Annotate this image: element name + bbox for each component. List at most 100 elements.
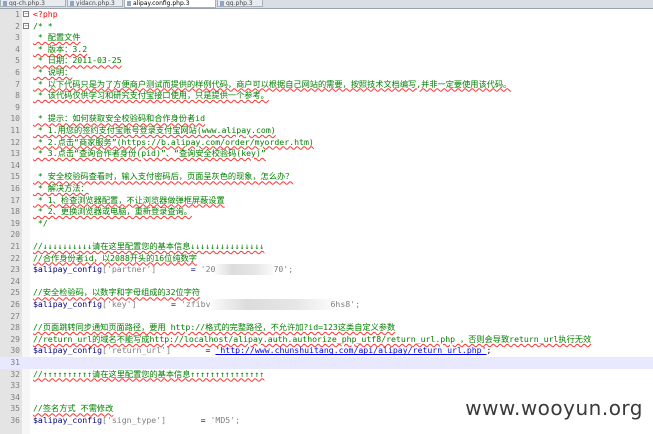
line-number: 36 [10, 416, 20, 425]
code-text: <?php [33, 9, 58, 21]
code-text: * 配置文件 [33, 32, 81, 44]
code-text: * 安全校验码查看时，输入支付密码后，页面呈灰色的现象，怎么办？ [33, 171, 294, 183]
array-key: ['key'] [102, 299, 137, 309]
comment-text: * 2、更换浏览器或电脑，重新登录查询。 [33, 206, 192, 217]
code-text: $alipay_config['sign_type'] = 'MD5'; [33, 415, 240, 427]
line-number: 10 [10, 114, 20, 124]
code-line[interactable]: 10 * 提示：如何获取安全校验码和合作身份者id [0, 113, 653, 125]
tab-yidacn[interactable]: yidacn.php.3 [67, 0, 123, 7]
line-number: 28 [10, 323, 20, 333]
array-key: ['partner'] [102, 264, 157, 275]
code-text: //合作身份者id，以2088开头的16位纯数字 [33, 253, 197, 265]
code-text: $alipay_config['partner'] = '20 70'; [33, 264, 293, 276]
code-line[interactable]: 13 * 3.点击“查询合作者身份(pid)”、“查询安全校验码(key)” [0, 148, 653, 160]
string-value: '20 [200, 264, 216, 275]
line-number: 20 [10, 230, 20, 240]
code-line[interactable]: 1− <?php [0, 9, 653, 21]
line-number: 1 [15, 10, 20, 19]
code-text: * 1.用您的签约支付宝账号登录支付宝网站(www.alipay.com) [33, 125, 276, 137]
string-value: 'MD5'; [210, 415, 241, 425]
code-line[interactable]: 20 [0, 229, 653, 241]
comment-text: * 1.用您的签约支付宝账号登录支付宝网站(www.alipay.com) [33, 125, 276, 135]
code-line[interactable]: 6 * 说明： [0, 67, 653, 79]
code-text: * 解决方法： [33, 183, 89, 195]
tab-qq[interactable]: qq.php.3 [217, 0, 263, 7]
code-line[interactable]: 14 [0, 160, 653, 172]
line-number: 12 [10, 137, 20, 147]
code-text: //页面跳转同步通知页面路径，要用 http://格式的完整路径，不允许加?id… [33, 322, 395, 334]
code-line[interactable]: 2−/* * [0, 21, 653, 33]
code-text: * 该代码仅供学习和研究支付宝接口使用，只是提供一个参考。 [33, 90, 269, 102]
line-number: 16 [10, 184, 20, 193]
string-value: 6hs8'; [330, 299, 361, 309]
line-number: 33 [10, 381, 20, 391]
statement-end: ; [486, 345, 492, 356]
code-line[interactable]: 27 [0, 311, 653, 323]
code-line[interactable]: 3 * 配置文件 [0, 32, 653, 44]
code-text: //↓↓↓↓↓↓↓↓↓↓请在这里配置您的基本信息↓↓↓↓↓↓↓↓↓↓↓↓↓↓↓ [33, 241, 264, 253]
code-line[interactable]: 29 //return_url的域名不能写成http://localhost/al… [0, 334, 653, 346]
php-file-icon [220, 1, 224, 6]
code-line[interactable]: 16 * 解决方法： [0, 183, 653, 195]
code-text: /* * [33, 21, 53, 33]
line-number: 34 [10, 392, 20, 402]
line-number: 13 [10, 149, 20, 159]
code-line[interactable]: 4 * 版本：3.2 [0, 44, 653, 56]
tab-label: qq-ch.php.3 [9, 0, 45, 7]
code-line[interactable]: 33 [0, 380, 653, 392]
tab-qq-ch[interactable]: qq-ch.php.3 [0, 0, 66, 7]
code-text: $alipay_config['key'] = 'zfibv 6hs8'; [33, 299, 360, 311]
comment-text: */ [33, 217, 48, 228]
variable-name: $alipay_config [33, 415, 103, 425]
code-text: //签名方式 不需修改 [33, 403, 113, 415]
line-number: 24 [10, 276, 20, 286]
tab-label: yidacn.php.3 [76, 0, 115, 7]
code-line[interactable]: 19 */ [0, 218, 653, 230]
code-line[interactable]: 21 //↓↓↓↓↓↓↓↓↓↓请在这里配置您的基本信息↓↓↓↓↓↓↓↓↓↓↓↓↓↓… [0, 241, 653, 253]
code-line[interactable]: 18 * 2、更换浏览器或电脑，重新登录查询。 [0, 206, 653, 218]
code-line[interactable]: 9 [0, 102, 653, 114]
code-line[interactable]: 5 * 日期：2011-03-25 [0, 55, 653, 67]
line-number: 5 [15, 56, 20, 66]
code-line[interactable]: 11 * 1.用您的签约支付宝账号登录支付宝网站(www.alipay.com) [0, 125, 653, 137]
code-line[interactable]: 12 * 2.点击“商家服务”(https://b.alipay.com/ord… [0, 137, 653, 149]
code-text: * 2.点击“商家服务”(https://b.alipay.com/order/… [33, 137, 314, 149]
code-line[interactable]: 25 //安全检验码，以数字和字母组成的32位字符 [0, 287, 653, 299]
comment-text: //return_url的域名不能写成http://localhost/alip… [33, 333, 592, 344]
comment-text: * 配置文件 [33, 32, 81, 43]
code-text: * 版本：3.2 [33, 44, 87, 56]
comment-text: * 2.点击“商家服务”(https://b.alipay.com/order/… [33, 136, 314, 147]
code-line[interactable]: 31 [0, 357, 653, 369]
tab-alipay-config[interactable]: alipay.config.php.3 [124, 0, 216, 8]
code-line[interactable]: 15 * 安全校验码查看时，输入支付密码后，页面呈灰色的现象，怎么办？ [0, 171, 653, 183]
line-number: 19 [10, 218, 20, 228]
code-line[interactable]: 24 [0, 276, 653, 288]
php-file-icon [127, 1, 131, 6]
fold-toggle-icon[interactable]: − [23, 11, 29, 17]
comment-text: * 提示：如何获取安全校验码和合作身份者id [33, 113, 206, 124]
code-line[interactable]: 17 * 1、检查浏览器配置，不让浏览器做弹框屏蔽设置 [0, 195, 653, 207]
code-line[interactable]: 8 * 该代码仅供学习和研究支付宝接口使用，只是提供一个参考。 [0, 90, 653, 102]
comment-text: * 安全校验码查看时，输入支付密码后，页面呈灰色的现象，怎么办？ [33, 171, 294, 182]
code-line[interactable]: 7 * 以下代码只是为了方便商户测试而提供的样例代码，商户可以根据自己网站的需要… [0, 79, 653, 91]
code-line[interactable]: 22 //合作身份者id，以2088开头的16位纯数字 [0, 253, 653, 265]
line-number: 23 [10, 265, 20, 275]
code-line[interactable]: 30 $alipay_config['return_url'] = 'http:/… [0, 345, 653, 357]
comment-text: * 说明： [33, 67, 73, 77]
code-editor[interactable]: 1− <?php 2−/* * 3 * 配置文件 4 * 版本：3.2 5 * 日期：20… [0, 9, 653, 434]
fold-toggle-icon[interactable]: − [23, 22, 29, 29]
array-key: ['return_url'] [102, 345, 172, 356]
code-text: //安全检验码，以数字和字母组成的32位字符 [33, 287, 200, 299]
line-number: 29 [10, 334, 20, 344]
comment-text: //↑↑↑↑↑↑↑↑↑↑请在这里配置您的基本信息↑↑↑↑↑↑↑↑↑↑↑↑↑↑↑ [33, 368, 265, 379]
code-line[interactable]: 32 //↑↑↑↑↑↑↑↑↑↑请在这里配置您的基本信息↑↑↑↑↑↑↑↑↑↑↑↑↑↑… [0, 369, 653, 381]
line-number: 6 [15, 68, 20, 77]
redacted-mask [215, 264, 274, 276]
comment-text: //安全检验码，以数字和字母组成的32位字符 [33, 287, 201, 298]
string-value: 70'; [273, 264, 294, 275]
url-string[interactable]: 'http://www.chunshuitang.com/api/alipay/… [215, 345, 486, 355]
code-line[interactable]: 28 //页面跳转同步通知页面路径，要用 http://格式的完整路径，不允许加?… [0, 322, 653, 334]
code-line[interactable]: 26 $alipay_config['key'] = 'zfibv 6hs8'; [0, 299, 653, 311]
code-line[interactable]: 23 $alipay_config['partner'] = '20 70'; [0, 264, 653, 276]
array-key: ['sign_type'] [102, 415, 167, 425]
